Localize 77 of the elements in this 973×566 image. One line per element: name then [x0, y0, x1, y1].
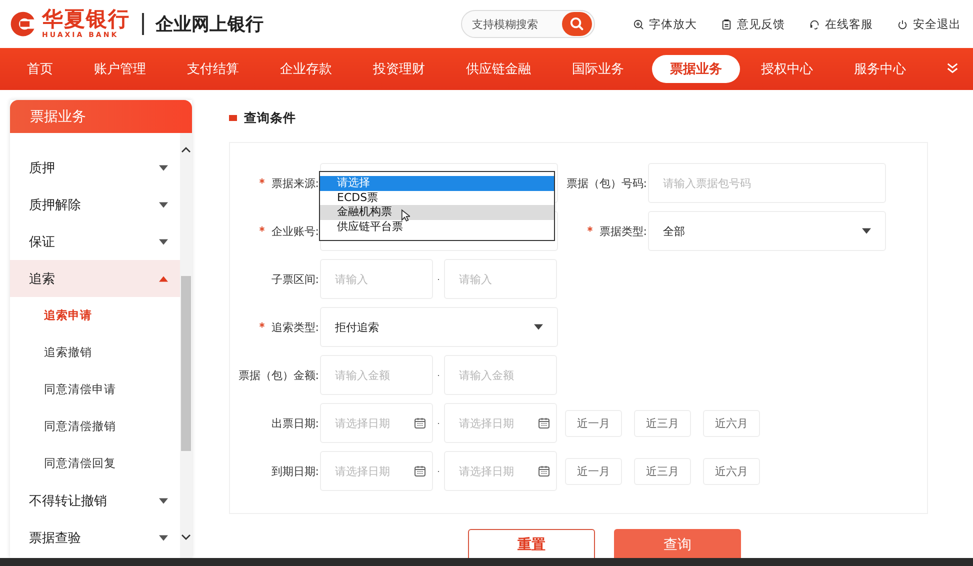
quick-range-button[interactable]: 近六月 — [703, 458, 760, 484]
select-field[interactable]: 全部 — [648, 211, 886, 251]
input-field[interactable]: 请输入金额 — [444, 355, 557, 395]
chevron-up-icon[interactable] — [181, 147, 191, 153]
field-label: 票据（包）号码: — [566, 176, 647, 190]
calendar-icon[interactable] — [414, 417, 426, 429]
input-field[interactable]: 请输入金额 — [320, 355, 433, 395]
sidebar-title: 票据业务 — [30, 108, 86, 126]
nav-tab[interactable]: 国际业务 — [559, 55, 637, 83]
quick-range-button[interactable]: 近六月 — [703, 410, 760, 436]
sidebar-item[interactable]: 票据查验 — [10, 519, 180, 556]
calendar-icon[interactable] — [414, 465, 426, 477]
bank-name: 华夏银行 — [42, 9, 130, 30]
calendar-icon[interactable] — [538, 417, 550, 429]
scrollbar[interactable] — [180, 133, 192, 558]
sidebar-subitem[interactable]: 同意清偿撤销 — [10, 408, 180, 445]
toolbar-link[interactable]: 在线客服 — [825, 16, 873, 32]
field-label: 到期日期: — [271, 464, 319, 478]
calendar-icon[interactable] — [538, 465, 550, 477]
nav-tab[interactable]: 授权中心 — [748, 55, 826, 83]
date-field[interactable]: 请选择日期 — [444, 451, 557, 491]
nav-tab[interactable]: 企业存款 — [267, 55, 345, 83]
field-label: 企业账号: — [271, 224, 319, 238]
mouse-cursor-icon — [401, 209, 410, 222]
sidebar-item[interactable]: 质押解除 — [10, 186, 180, 223]
quick-range-button[interactable]: 近一月 — [565, 410, 622, 436]
field-label: 追索类型: — [271, 320, 319, 334]
date-field[interactable]: 请选择日期 — [320, 403, 433, 443]
sidebar-subitem[interactable]: 同意清偿回复 — [10, 445, 180, 482]
zoom-in-icon[interactable] — [633, 18, 644, 30]
caret-down-icon — [534, 324, 543, 330]
nav-tab[interactable]: 服务中心 — [841, 55, 919, 83]
nav-tab[interactable]: 支付结算 — [174, 55, 252, 83]
field-label: 票据（包）金额: — [238, 368, 319, 382]
nav-tab[interactable]: 供应链金融 — [453, 55, 544, 83]
nav-tab[interactable]: 投资理财 — [360, 55, 438, 83]
quick-range-button[interactable]: 近三月 — [634, 410, 691, 436]
sidebar-subitem[interactable]: 同意清偿申请 — [10, 371, 180, 408]
input-field[interactable]: 请输入 — [444, 259, 557, 299]
reset-button[interactable]: 重置 — [468, 529, 595, 561]
query-button[interactable]: 查询 — [614, 529, 741, 561]
dropdown-option[interactable]: 供应链平台票 — [320, 220, 554, 234]
date-field[interactable]: 请选择日期 — [320, 451, 433, 491]
dropdown-option[interactable]: ECDS票 — [320, 190, 554, 205]
quick-range-button[interactable]: 近三月 — [634, 458, 691, 484]
nav-tab[interactable]: 账户管理 — [81, 55, 159, 83]
input-field[interactable]: 请输入票据包号码 — [648, 163, 886, 203]
field-label: 票据来源: — [271, 176, 319, 190]
headset-icon[interactable] — [809, 18, 820, 30]
section-title: 查询条件 — [244, 110, 296, 126]
date-field[interactable]: 请选择日期 — [444, 403, 557, 443]
select-field[interactable]: 拒付追索 — [320, 307, 558, 347]
input-field[interactable]: 请输入 — [320, 259, 433, 299]
clipboard-icon[interactable] — [721, 18, 732, 30]
quick-range-button[interactable]: 近一月 — [565, 458, 622, 484]
toolbar-link[interactable]: 字体放大 — [649, 16, 697, 32]
sidebar-subitem[interactable]: 追索撤销 — [10, 334, 180, 371]
nav-tab[interactable]: 票据业务 — [652, 55, 740, 83]
nav-tab[interactable]: 首页 — [14, 55, 66, 83]
toolbar-link[interactable]: 意见反馈 — [737, 16, 785, 32]
power-icon[interactable] — [897, 18, 908, 30]
product-title: 企业网上银行 — [156, 13, 264, 36]
sidebar-item[interactable]: 保证 — [10, 223, 180, 260]
section-marker-icon — [229, 115, 237, 121]
sidebar-item[interactable]: 不得转让撤销 — [10, 482, 180, 519]
field-label: 子票区间: — [271, 272, 319, 286]
field-label: 票据类型: — [599, 224, 647, 238]
chevron-down-icon[interactable] — [181, 534, 191, 540]
toolbar-link[interactable]: 安全退出 — [913, 16, 961, 32]
dropdown-option[interactable]: 请选择 — [320, 176, 554, 190]
dropdown-option[interactable]: 金融机构票 — [320, 205, 554, 220]
sidebar-subitem[interactable]: 追索申请 — [10, 297, 180, 334]
caret-down-icon — [862, 228, 871, 234]
double-chevron-down-icon[interactable] — [946, 62, 959, 75]
sidebar-item[interactable]: 追索 — [10, 260, 180, 297]
field-label: 出票日期: — [271, 416, 319, 430]
sidebar-item[interactable]: 质押 — [10, 149, 180, 186]
